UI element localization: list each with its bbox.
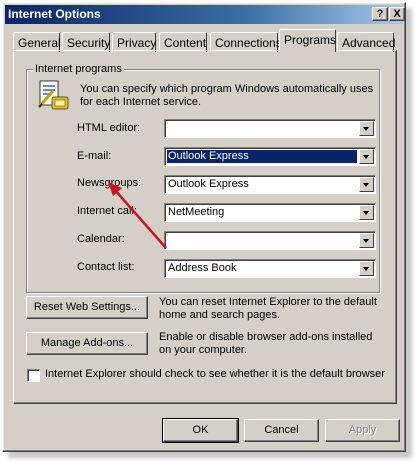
internet-call-value: NetMeeting [168,206,225,218]
cancel-label: Cancel [264,424,299,436]
html-editor-label: HTML editor: [77,122,141,134]
chevron-down-icon[interactable] [359,205,374,220]
contact-list-label: Contact list: [77,261,135,273]
chevron-down-icon[interactable] [359,121,374,136]
tab-programs[interactable]: Programs [279,29,336,52]
ok-button[interactable]: OK [162,418,239,443]
internet-call-label: Internet call: [77,205,137,217]
ok-label: OK [192,424,209,436]
tab-content[interactable]: Content [159,32,207,52]
manage-addons-label: Manage Add-ons... [40,337,134,349]
newsgroups-select[interactable]: Outlook Express [164,175,376,194]
tab-advanced[interactable]: Advanced [337,32,395,52]
manage-addons-button[interactable]: Manage Add-ons... [26,332,148,355]
email-label: E-mail: [77,150,112,162]
tab-general[interactable]: General [13,32,61,52]
calendar-label: Calendar: [77,233,125,245]
tab-connections[interactable]: Connections [210,32,282,52]
newsgroups-label: Newsgroups: [77,177,142,189]
internet-call-select[interactable]: NetMeeting [164,203,376,222]
chevron-down-icon[interactable] [359,177,374,192]
default-browser-label: Internet Explorer should check to see wh… [45,368,385,380]
default-browser-checkbox[interactable] [27,369,40,382]
calendar-select[interactable] [164,231,376,250]
help-button[interactable]: ? [372,7,388,21]
cancel-button[interactable]: Cancel [244,419,319,442]
newsgroups-value: Outlook Express [168,178,249,190]
email-value: Outlook Express [166,149,358,164]
html-editor-select[interactable] [164,119,376,138]
reset-web-settings-label: Reset Web Settings... [33,301,141,313]
tab-privacy[interactable]: Privacy [112,32,156,52]
reset-description: You can reset Internet Explorer to the d… [159,296,377,321]
contact-list-select[interactable]: Address Book [164,259,376,278]
addons-description: Enable or disable browser add-ons instal… [159,331,373,356]
email-select[interactable]: Outlook Express [164,147,376,166]
programs-icon [37,79,71,113]
title-bar[interactable]: Internet Options ? X [5,5,405,24]
chevron-down-icon[interactable] [359,261,374,276]
window-title: Internet Options [8,7,101,21]
programs-panel: Internet programs You can specify which … [13,50,397,404]
chevron-down-icon[interactable] [359,233,374,248]
close-button[interactable]: X [389,7,405,21]
tab-security[interactable]: Security [62,32,110,52]
apply-button[interactable]: Apply [325,419,400,442]
group-label: Internet programs [33,63,124,75]
internet-options-dialog: Internet Options ? X General Security Pr… [2,2,406,452]
chevron-down-icon[interactable] [359,149,374,164]
apply-label: Apply [348,424,377,436]
reset-web-settings-button[interactable]: Reset Web Settings... [26,296,148,319]
contact-list-value: Address Book [168,262,237,274]
programs-description: You can specify which program Windows au… [80,83,374,108]
